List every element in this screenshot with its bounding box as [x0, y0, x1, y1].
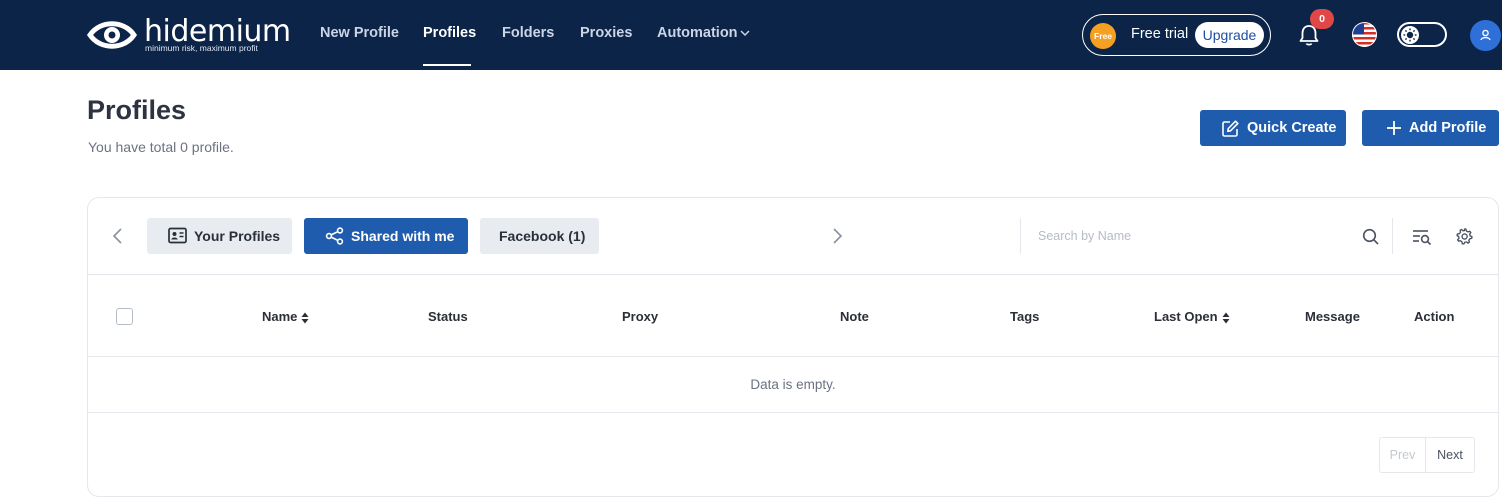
sort-icon — [1222, 312, 1230, 324]
header-divider — [88, 356, 1498, 357]
column-header-note: Note — [840, 309, 869, 324]
filter-divider — [1392, 218, 1393, 254]
page-title: Profiles — [87, 95, 187, 125]
sun-icon — [1401, 26, 1419, 44]
chevron-down-icon[interactable] — [740, 28, 750, 38]
tab-shared-with-me-label: Shared with me — [351, 228, 455, 244]
free-trial-text: Free trial — [1131, 26, 1189, 42]
search-icon[interactable] — [1362, 228, 1380, 246]
id-card-icon — [168, 227, 187, 244]
sort-icon — [301, 312, 309, 324]
free-trial-pill: Free Free trial Upgrade — [1082, 14, 1271, 56]
column-header-name[interactable]: Name — [262, 309, 309, 324]
nav-proxies[interactable]: Proxies — [580, 25, 632, 41]
column-header-message: Message — [1305, 309, 1360, 324]
upgrade-button[interactable]: Upgrade — [1195, 22, 1264, 48]
gear-icon[interactable] — [1456, 228, 1473, 245]
profile-count-text: You have total 0 profile. — [88, 139, 234, 155]
column-header-status: Status — [428, 309, 468, 324]
filter-search-icon[interactable] — [1412, 229, 1432, 246]
next-page-button[interactable]: Next — [1425, 437, 1475, 473]
eye-logo-icon — [86, 21, 138, 49]
brand-logo[interactable]: hidemium minimum risk, maximum profit — [86, 14, 291, 56]
nav-folders[interactable]: Folders — [502, 25, 554, 41]
chevron-right-icon[interactable] — [831, 228, 843, 244]
search-divider — [1020, 218, 1021, 254]
edit-icon — [1222, 120, 1239, 137]
brand-tagline: minimum risk, maximum profit — [145, 43, 258, 53]
column-header-action: Action — [1414, 309, 1455, 324]
quick-create-label: Quick Create — [1247, 120, 1337, 136]
nav-profiles[interactable]: Profiles — [423, 25, 476, 41]
plus-icon — [1387, 121, 1401, 135]
tab-shared-with-me[interactable]: Shared with me — [304, 218, 468, 254]
column-header-last-open[interactable]: Last Open — [1154, 309, 1230, 324]
tab-facebook-label: Facebook (1) — [499, 228, 586, 244]
empty-state-text: Data is empty. — [750, 377, 836, 392]
add-profile-label: Add Profile — [1409, 120, 1487, 136]
user-icon — [1480, 29, 1491, 41]
quick-create-button[interactable]: Quick Create — [1200, 110, 1346, 146]
tab-your-profiles-label: Your Profiles — [194, 228, 281, 244]
toolbar-divider — [88, 274, 1498, 275]
column-name-label: Name — [262, 309, 298, 324]
free-badge: Free — [1090, 23, 1116, 49]
user-avatar[interactable] — [1470, 20, 1501, 51]
select-all-checkbox[interactable] — [116, 308, 133, 325]
top-navbar: hidemium minimum risk, maximum profit Ne… — [0, 0, 1502, 70]
nav-new-profile[interactable]: New Profile — [320, 25, 399, 41]
profiles-card: Your Profiles Shared with me Facebook (1… — [87, 197, 1499, 497]
active-nav-indicator — [423, 64, 471, 66]
column-last-open-label: Last Open — [1154, 309, 1218, 324]
nav-automation[interactable]: Automation — [657, 25, 738, 41]
chevron-left-icon[interactable] — [112, 228, 124, 244]
add-profile-button[interactable]: Add Profile — [1362, 110, 1499, 146]
notification-count-badge: 0 — [1310, 9, 1334, 29]
theme-toggle[interactable] — [1397, 22, 1447, 47]
column-header-tags: Tags — [1010, 309, 1040, 324]
search-input[interactable] — [1038, 220, 1358, 252]
tab-your-profiles[interactable]: Your Profiles — [147, 218, 292, 254]
prev-page-button[interactable]: Prev — [1379, 437, 1426, 473]
column-header-proxy: Proxy — [622, 309, 659, 324]
tab-facebook[interactable]: Facebook (1) — [480, 218, 599, 254]
share-icon — [325, 227, 344, 245]
table-bottom-divider — [88, 412, 1498, 413]
us-flag-icon[interactable] — [1352, 22, 1377, 47]
